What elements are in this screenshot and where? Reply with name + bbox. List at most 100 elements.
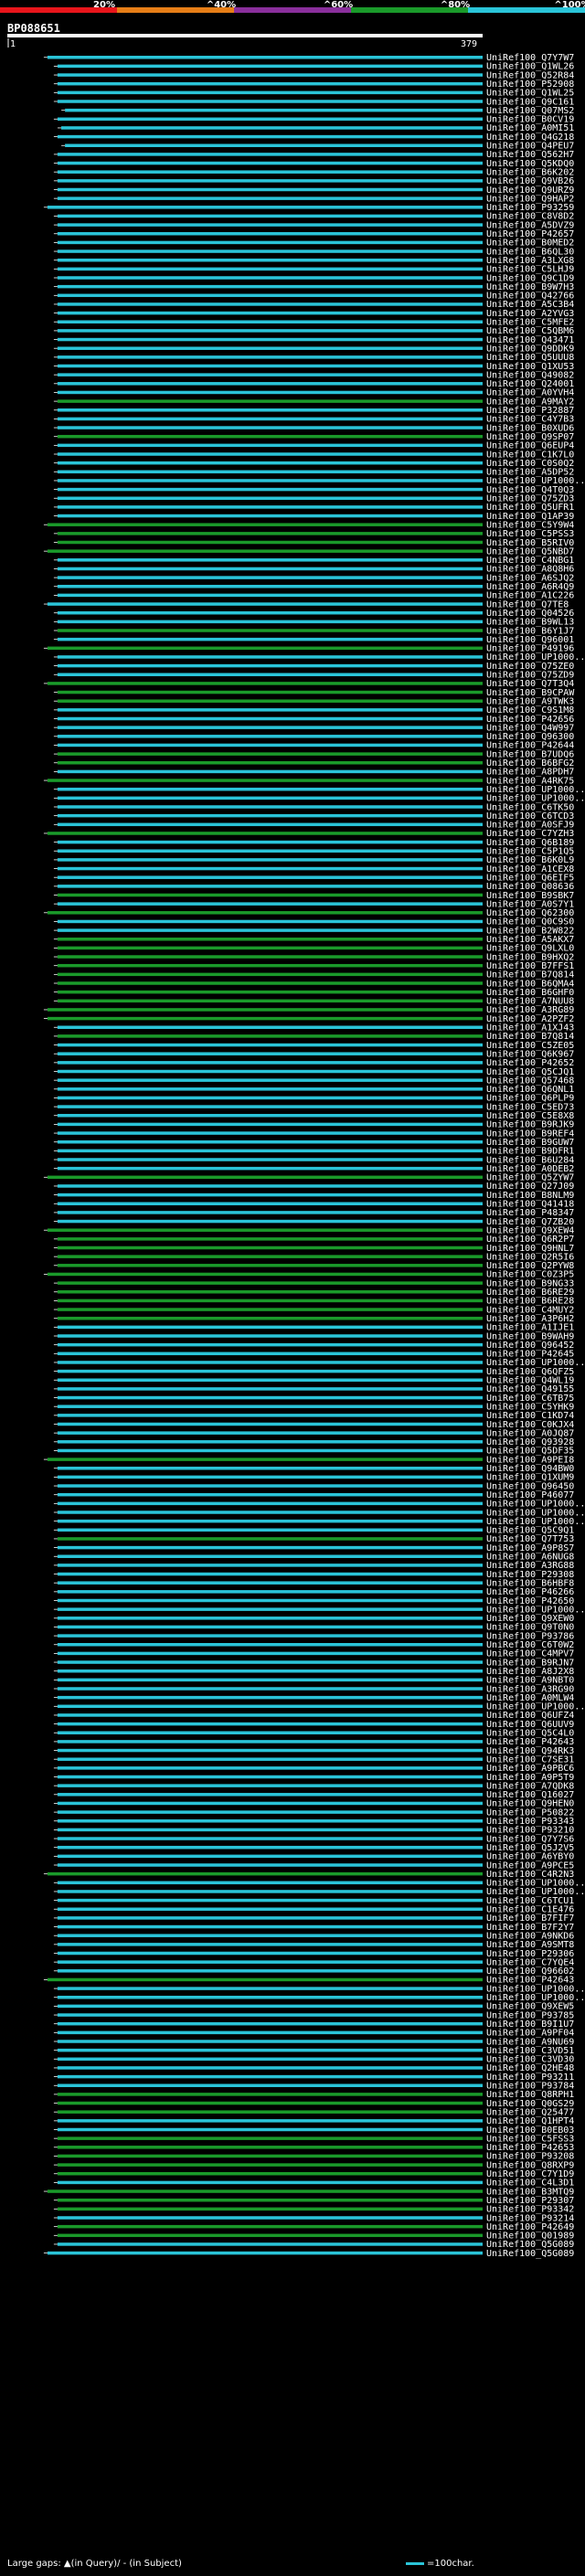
hit-bar[interactable] (57, 1907, 484, 1912)
hit-bar[interactable] (57, 408, 484, 412)
hit-bar[interactable] (57, 2146, 484, 2149)
hit-bar[interactable] (57, 858, 484, 862)
hit-bar[interactable] (57, 1528, 484, 1532)
hit-bar[interactable] (57, 1422, 484, 1426)
hit-bar[interactable] (57, 1369, 484, 1373)
hit-bar[interactable] (57, 726, 484, 729)
hit-bar[interactable] (57, 373, 484, 376)
hit-bar[interactable] (57, 179, 484, 183)
hit-bar[interactable] (57, 655, 484, 659)
hit-bar[interactable] (57, 1184, 484, 1188)
hit-bar[interactable] (57, 1617, 484, 1620)
hit-bar[interactable] (57, 320, 484, 324)
hit-bar[interactable] (57, 2074, 484, 2079)
hit-bar[interactable] (47, 1272, 483, 1277)
hit-bar[interactable] (47, 206, 483, 209)
hit-bar[interactable] (57, 1140, 484, 1144)
hit-bar[interactable] (57, 1122, 484, 1127)
hit-bar[interactable] (57, 637, 484, 641)
hit-bar[interactable] (57, 153, 484, 156)
hit-bar[interactable] (57, 1492, 484, 1497)
hit-bar[interactable] (57, 2207, 484, 2211)
hit-bar[interactable] (57, 1590, 484, 1594)
hit-bar[interactable] (57, 919, 484, 924)
hit-bar[interactable] (57, 593, 484, 598)
hit-bar[interactable] (57, 716, 484, 721)
hit-bar[interactable] (57, 479, 484, 482)
hit-bar[interactable] (57, 1845, 484, 1850)
hit-bar[interactable] (57, 232, 484, 236)
hit-bar[interactable] (57, 761, 484, 765)
hit-bar[interactable] (57, 1325, 484, 1330)
hit-bar[interactable] (57, 1625, 484, 1629)
hit-bar[interactable] (57, 214, 484, 218)
hit-bar[interactable] (57, 972, 484, 977)
hit-bar[interactable] (57, 2154, 484, 2158)
hit-bar[interactable] (57, 1837, 484, 1840)
hit-bar[interactable] (57, 699, 484, 703)
hit-bar[interactable] (57, 1766, 484, 1770)
hit-bar[interactable] (57, 1202, 484, 1206)
hit-bar[interactable] (57, 390, 484, 395)
hit-bar[interactable] (57, 1784, 484, 1787)
hit-bar[interactable] (57, 769, 484, 774)
hit-bar[interactable] (57, 1158, 484, 1161)
hit-bar[interactable] (47, 1016, 483, 1021)
hit-bar[interactable] (57, 249, 484, 253)
hit-bar[interactable] (57, 223, 484, 227)
hit-bar[interactable] (57, 1793, 484, 1797)
hit-bar[interactable] (57, 1722, 484, 1726)
hit-bar[interactable] (57, 514, 484, 518)
hit-bar[interactable] (57, 1643, 484, 1647)
hit-bar[interactable] (57, 434, 484, 439)
hit-bar[interactable] (57, 346, 484, 350)
hit-bar[interactable] (47, 602, 483, 606)
hit-bar[interactable] (57, 2224, 484, 2229)
hit-bar[interactable] (47, 523, 483, 526)
hit-bar[interactable] (65, 108, 483, 112)
hit-bar[interactable] (57, 2242, 484, 2246)
hit-bar[interactable] (57, 963, 484, 968)
hit-bar[interactable] (57, 1281, 484, 1285)
hit-bar[interactable] (57, 1431, 484, 1435)
hit-bar[interactable] (57, 708, 484, 712)
hit-bar[interactable] (57, 1246, 484, 1250)
hit-bar[interactable] (57, 1748, 484, 1753)
hit-bar[interactable] (57, 1863, 484, 1867)
hit-bar[interactable] (57, 1034, 484, 1038)
hit-bar[interactable] (57, 902, 484, 906)
hit-bar[interactable] (60, 126, 483, 130)
hit-bar[interactable] (57, 690, 484, 694)
hit-bar[interactable] (57, 1581, 484, 1585)
hit-bar[interactable] (47, 779, 483, 782)
hit-bar[interactable] (57, 663, 484, 668)
hit-bar[interactable] (57, 1255, 484, 1258)
hit-bar[interactable] (57, 1554, 484, 1559)
hit-bar[interactable] (57, 337, 484, 342)
hit-bar[interactable] (47, 832, 483, 835)
hit-bar[interactable] (57, 1916, 484, 1920)
hit-bar[interactable] (57, 2163, 484, 2167)
hit-bar[interactable] (57, 100, 484, 103)
hit-bar[interactable] (47, 1228, 483, 1232)
hit-bar[interactable] (57, 1545, 484, 1550)
hit-bar[interactable] (57, 620, 484, 624)
hit-bar[interactable] (57, 1704, 484, 1709)
hit-bar[interactable] (57, 311, 484, 315)
hit-bar[interactable] (57, 170, 484, 174)
hit-bar[interactable] (57, 866, 484, 871)
hit-bar[interactable] (57, 1342, 484, 1347)
hit-bar[interactable] (57, 1934, 484, 1937)
hit-bar[interactable] (57, 796, 484, 800)
hit-bar[interactable] (57, 461, 484, 465)
hit-bar[interactable] (57, 1501, 484, 1506)
hit-bar[interactable] (57, 1078, 484, 1082)
hit-bar[interactable] (57, 1334, 484, 1338)
hit-bar[interactable] (57, 1290, 484, 1294)
hit-bar[interactable] (57, 938, 484, 941)
hit-bar[interactable] (57, 329, 484, 333)
hit-bar[interactable] (57, 1801, 484, 1806)
hit-bar[interactable] (57, 1052, 484, 1055)
hit-bar[interactable] (57, 505, 484, 509)
hit-bar[interactable] (57, 81, 484, 86)
